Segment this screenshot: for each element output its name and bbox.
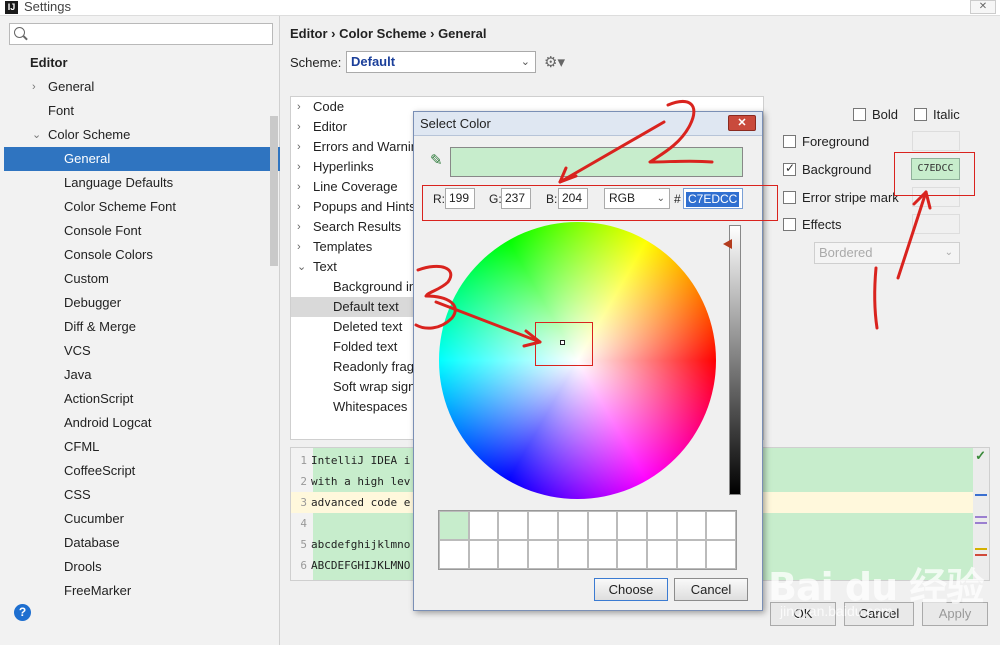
window-titlebar: IJ Settings ✕ bbox=[0, 0, 1000, 16]
recent-color-swatch[interactable] bbox=[439, 540, 469, 569]
error-stripe-checkbox[interactable]: Error stripe mark bbox=[783, 190, 899, 205]
sidebar-item-vcs[interactable]: VCS bbox=[0, 339, 280, 363]
effects-swatch[interactable] bbox=[912, 214, 960, 234]
sidebar-item-diff-merge[interactable]: Diff & Merge bbox=[0, 315, 280, 339]
settings-sidebar: Editor › General Font ⌄ Color Scheme Gener… bbox=[0, 16, 280, 645]
dialog-title: Select Color bbox=[420, 116, 491, 131]
sidebar-item-cfml[interactable]: CFML bbox=[0, 435, 280, 459]
sidebar-item-font[interactable]: Font bbox=[0, 99, 280, 123]
recent-color-swatch[interactable] bbox=[706, 511, 736, 540]
sidebar-item-freemarker[interactable]: FreeMarker bbox=[0, 579, 280, 603]
recent-colors-grid bbox=[438, 510, 737, 570]
search-input[interactable] bbox=[9, 23, 273, 45]
brightness-slider-handle[interactable] bbox=[723, 239, 732, 249]
sidebar-item-cucumber[interactable]: Cucumber bbox=[0, 507, 280, 531]
sidebar-item-css[interactable]: CSS bbox=[0, 483, 280, 507]
recent-color-swatch[interactable] bbox=[557, 511, 588, 540]
sidebar-item-android-logcat[interactable]: Android Logcat bbox=[0, 411, 280, 435]
chevron-right-icon[interactable]: › bbox=[297, 217, 301, 237]
recent-color-swatch[interactable] bbox=[587, 540, 618, 569]
gear-icon[interactable]: ⚙▾ bbox=[544, 53, 565, 71]
eyedropper-icon[interactable]: ✎ bbox=[430, 151, 450, 173]
sidebar-item-custom[interactable]: Custom bbox=[0, 267, 280, 291]
chevron-down-icon[interactable]: ⌄ bbox=[32, 123, 41, 147]
sidebar-item-debugger[interactable]: Debugger bbox=[0, 291, 280, 315]
chevron-right-icon[interactable]: › bbox=[297, 137, 301, 157]
recent-color-swatch[interactable] bbox=[706, 540, 736, 569]
chevron-right-icon[interactable]: › bbox=[32, 75, 36, 99]
chevron-right-icon[interactable]: › bbox=[297, 157, 301, 177]
annotation-box-values bbox=[422, 185, 778, 221]
settings-tree: Editor › General Font ⌄ Color Scheme Gener… bbox=[0, 51, 280, 603]
scheme-dropdown[interactable]: Default ⌄ bbox=[346, 51, 536, 73]
chevron-right-icon[interactable]: › bbox=[297, 97, 301, 117]
annotation-box-swatch bbox=[894, 152, 975, 196]
chevron-right-icon[interactable]: › bbox=[297, 197, 301, 217]
sidebar-item-console-colors[interactable]: Console Colors bbox=[0, 243, 280, 267]
italic-checkbox[interactable]: Italic bbox=[914, 107, 960, 122]
recent-color-swatch[interactable] bbox=[646, 540, 677, 569]
foreground-checkbox[interactable]: Foreground bbox=[783, 134, 869, 149]
recent-color-swatch[interactable] bbox=[498, 540, 529, 569]
recent-color-swatch[interactable] bbox=[617, 511, 647, 540]
chevron-right-icon[interactable]: › bbox=[297, 237, 301, 257]
recent-color-swatch[interactable] bbox=[528, 511, 558, 540]
window-title: Settings bbox=[24, 0, 71, 14]
recent-color-swatch[interactable] bbox=[617, 540, 647, 569]
sidebar-item-language-defaults[interactable]: Language Defaults bbox=[0, 171, 280, 195]
recent-color-swatch[interactable] bbox=[498, 511, 529, 540]
dialog-titlebar: Select Color ✕ bbox=[414, 112, 762, 136]
bold-checkbox[interactable]: Bold bbox=[853, 107, 898, 122]
annotation-box-picker bbox=[535, 322, 593, 366]
sidebar-scrollbar[interactable] bbox=[270, 116, 278, 266]
sidebar-item-coffeescript[interactable]: CoffeeScript bbox=[0, 459, 280, 483]
intellij-icon: IJ bbox=[5, 1, 18, 14]
choose-button[interactable]: Choose bbox=[594, 578, 668, 601]
recent-color-swatch[interactable] bbox=[468, 511, 499, 540]
sidebar-item-color-scheme-general[interactable]: General bbox=[4, 147, 280, 171]
recent-color-swatch[interactable] bbox=[676, 540, 707, 569]
chevron-right-icon[interactable]: › bbox=[297, 177, 301, 197]
effects-checkbox[interactable]: Effects bbox=[783, 217, 842, 232]
dialog-cancel-button[interactable]: Cancel bbox=[674, 578, 748, 601]
annotation-line-1 bbox=[873, 266, 879, 330]
recent-color-swatch[interactable] bbox=[468, 540, 499, 569]
recent-color-swatch[interactable] bbox=[528, 540, 558, 569]
help-icon[interactable]: ? bbox=[14, 604, 31, 621]
chevron-down-icon: ⌄ bbox=[944, 247, 953, 258]
sidebar-item-color-scheme[interactable]: ⌄ Color Scheme bbox=[0, 123, 280, 147]
recent-color-swatch[interactable] bbox=[676, 511, 707, 540]
dialog-close-button[interactable]: ✕ bbox=[728, 115, 756, 131]
recent-color-swatch[interactable] bbox=[587, 511, 618, 540]
watermark-url: jingyan.baidu.com bbox=[780, 603, 893, 619]
search-icon bbox=[14, 27, 25, 38]
sidebar-section-editor[interactable]: Editor bbox=[0, 51, 280, 75]
chevron-down-icon[interactable]: ⌄ bbox=[297, 257, 306, 277]
recent-color-swatch[interactable] bbox=[646, 511, 677, 540]
color-preview-swatch bbox=[450, 147, 743, 177]
sidebar-item-general[interactable]: › General bbox=[0, 75, 280, 99]
window-close-button[interactable]: ✕ bbox=[970, 0, 996, 14]
sidebar-item-database[interactable]: Database bbox=[0, 531, 280, 555]
sidebar-item-actionscript[interactable]: ActionScript bbox=[0, 387, 280, 411]
sidebar-item-drools[interactable]: Drools bbox=[0, 555, 280, 579]
recent-color-swatch[interactable] bbox=[439, 511, 469, 540]
breadcrumb: Editor › Color Scheme › General bbox=[290, 26, 487, 41]
recent-color-swatch[interactable] bbox=[557, 540, 588, 569]
sidebar-item-color-scheme-font[interactable]: Color Scheme Font bbox=[0, 195, 280, 219]
foreground-swatch[interactable] bbox=[912, 131, 960, 151]
effect-type-dropdown[interactable]: Bordered ⌄ bbox=[814, 242, 960, 264]
chevron-down-icon: ⌄ bbox=[520, 56, 530, 68]
scheme-label: Scheme: bbox=[290, 55, 342, 70]
check-icon: ✓ bbox=[975, 448, 986, 463]
brightness-slider[interactable] bbox=[729, 225, 741, 495]
sidebar-item-console-font[interactable]: Console Font bbox=[0, 219, 280, 243]
chevron-right-icon[interactable]: › bbox=[297, 117, 301, 137]
background-checkbox[interactable]: Background bbox=[783, 161, 871, 177]
sidebar-item-java[interactable]: Java bbox=[0, 363, 280, 387]
